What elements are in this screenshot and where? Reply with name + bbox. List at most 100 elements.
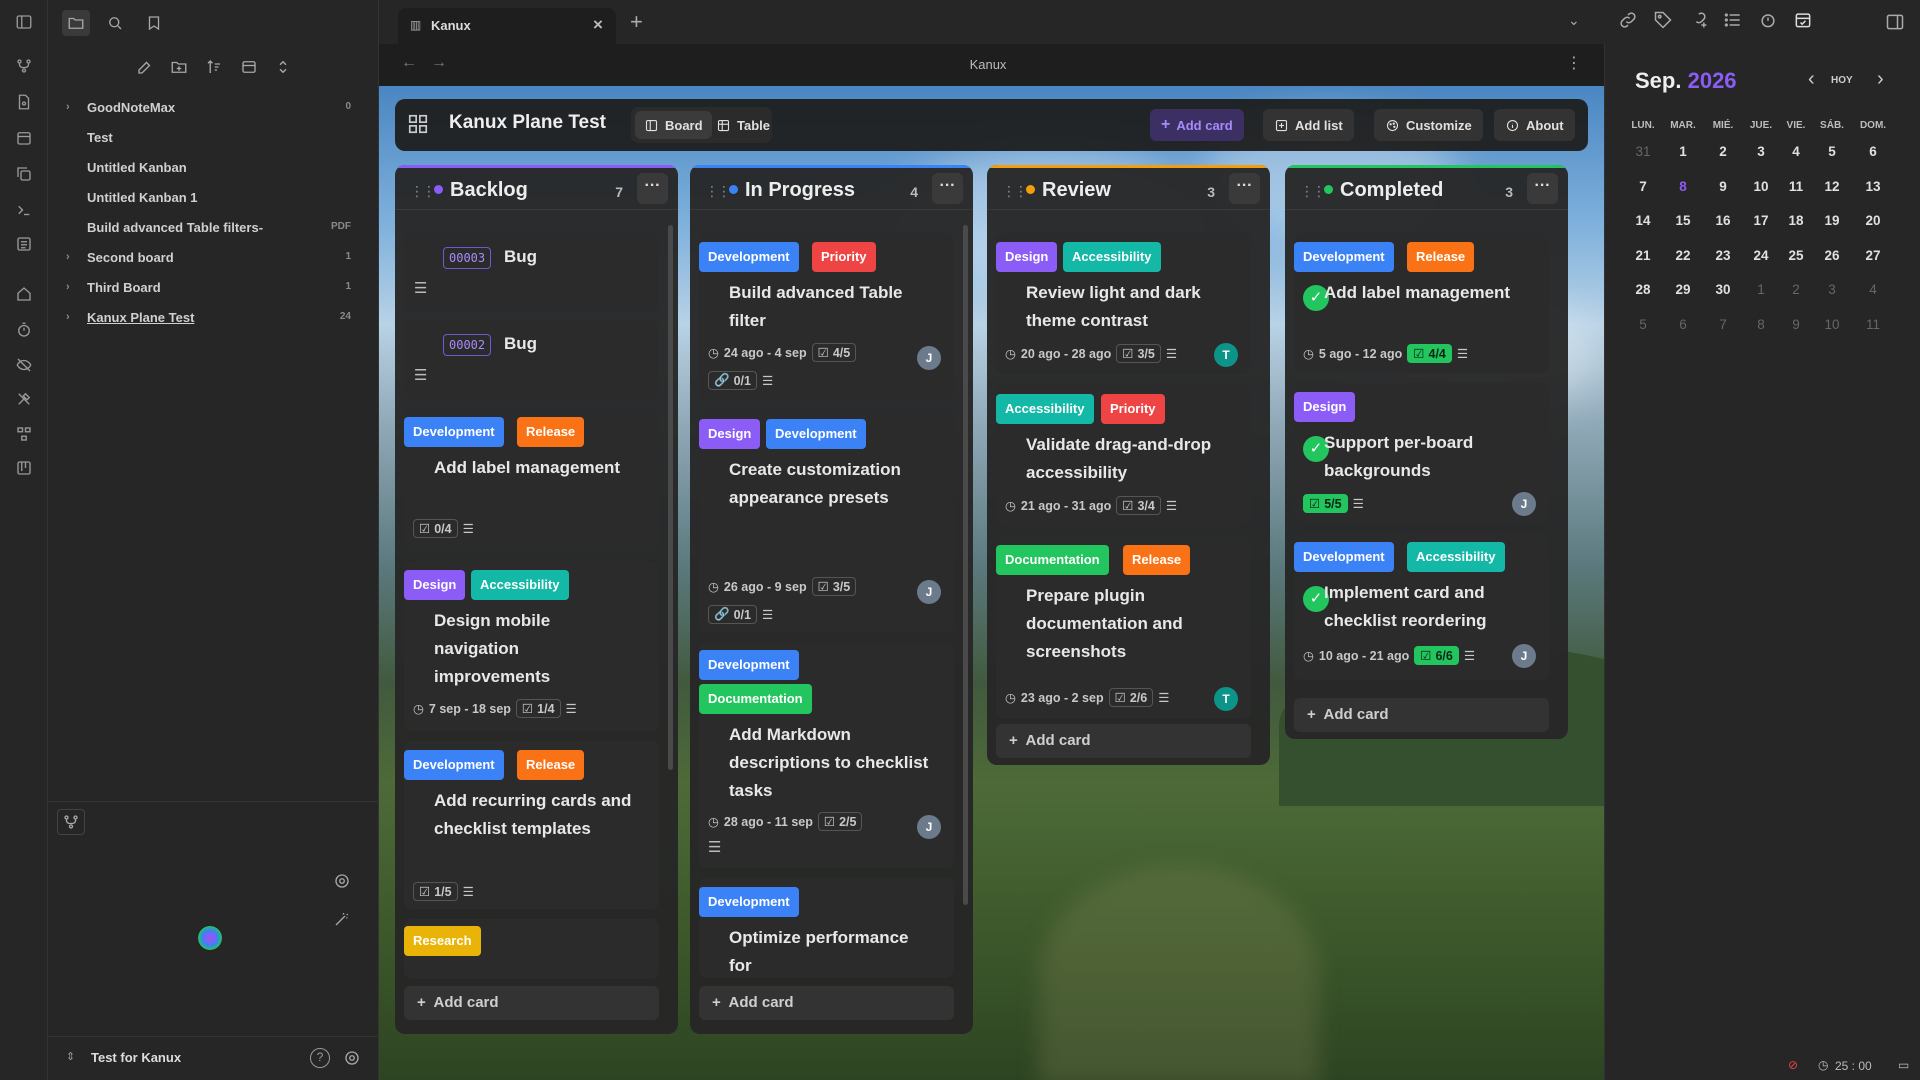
card[interactable]: Development Release Add label management…	[404, 408, 659, 551]
card[interactable]: Research	[404, 919, 659, 979]
card[interactable]: Development Documentation Add Markdown d…	[699, 643, 954, 868]
card[interactable]: Design Development Create customization …	[699, 410, 954, 633]
card[interactable]: Design Accessibility Review light and da…	[996, 233, 1251, 374]
search-icon[interactable]	[101, 10, 129, 36]
calendar-day[interactable]: 9	[1703, 179, 1743, 194]
calendar-day[interactable]: 11	[1853, 317, 1893, 332]
tab-kanux[interactable]: ▥ Kanux ×	[398, 8, 616, 44]
expand-all-icon[interactable]	[269, 54, 297, 80]
calendar-day[interactable]: 11	[1776, 179, 1816, 194]
avatar[interactable]: J	[1512, 644, 1536, 668]
file-icon[interactable]	[12, 90, 36, 114]
calendar-day[interactable]: 2	[1776, 282, 1816, 297]
folder-icon[interactable]	[62, 10, 90, 36]
terminal-icon[interactable]	[12, 198, 36, 222]
help-icon[interactable]: ?	[310, 1048, 330, 1068]
sync-off-icon[interactable]: ⊘	[1788, 1058, 1798, 1072]
card[interactable]: Design Accessibility Design mobile navig…	[404, 561, 659, 731]
card[interactable]: Development Release Add recurring cards …	[404, 741, 659, 909]
tree-item-untitled-kanban-1[interactable]: Untitled Kanban 1	[48, 185, 379, 211]
calendar-day[interactable]: 6	[1853, 144, 1893, 159]
tree-item-third-board[interactable]: › Third Board 1	[48, 275, 379, 301]
vault-name[interactable]: Test for Kanux	[91, 1050, 181, 1065]
calendar-day[interactable]: 4	[1776, 144, 1816, 159]
tree-item-second-board[interactable]: › Second board 1	[48, 245, 379, 271]
list-icon[interactable]	[12, 232, 36, 256]
column-menu-button[interactable]: ···	[1229, 173, 1260, 204]
outline-icon[interactable]	[1723, 10, 1743, 30]
link-icon[interactable]	[1618, 10, 1638, 30]
calendar-day[interactable]: 16	[1703, 213, 1743, 228]
add-list-button[interactable]: Add list	[1263, 109, 1354, 141]
calendar-day[interactable]: 25	[1776, 248, 1816, 263]
calendar-day[interactable]: 1	[1663, 144, 1703, 159]
add-card-button[interactable]: + Add card	[1150, 109, 1244, 141]
close-icon[interactable]: ×	[593, 15, 603, 35]
collapse-icon[interactable]	[235, 54, 263, 80]
calendar-day[interactable]: 20	[1853, 213, 1893, 228]
link-plus-icon[interactable]	[1688, 10, 1708, 30]
copy-icon[interactable]	[12, 162, 36, 186]
card[interactable]: Development Release ✓ Add label manageme…	[1294, 233, 1549, 373]
card[interactable]: 00002 Bug ☰	[404, 320, 659, 398]
next-month-icon[interactable]: ›	[1877, 68, 1884, 91]
add-card-button[interactable]: + Add card	[996, 724, 1251, 758]
calendar-day[interactable]: 29	[1663, 282, 1703, 297]
calendar-day[interactable]: 7	[1623, 179, 1663, 194]
calendar-day[interactable]: 12	[1812, 179, 1852, 194]
calendar-day[interactable]: 5	[1623, 317, 1663, 332]
calendar-day[interactable]: 7	[1703, 317, 1743, 332]
drag-handle-icon[interactable]: ⋮⋮	[705, 183, 731, 200]
drag-handle-icon[interactable]: ⋮⋮	[1300, 183, 1326, 200]
about-button[interactable]: About	[1494, 109, 1575, 141]
sidebar-toggle-icon[interactable]	[12, 10, 36, 34]
home-icon[interactable]	[12, 282, 36, 306]
card[interactable]: Development Optimize performance for	[699, 878, 954, 978]
calendar-day[interactable]: 1	[1741, 282, 1781, 297]
card[interactable]: Design ✓ Support per-board backgrounds ☑…	[1294, 383, 1549, 523]
avatar[interactable]: J	[917, 346, 941, 370]
drag-handle-icon[interactable]: ⋮⋮	[410, 183, 436, 200]
scrollbar[interactable]	[963, 225, 968, 905]
vault-settings-icon[interactable]	[338, 1045, 366, 1071]
magic-wand-icon[interactable]	[328, 906, 356, 932]
forward-arrow-icon[interactable]: →	[431, 54, 447, 72]
column-menu-button[interactable]: ···	[932, 173, 963, 204]
pomodoro-icon[interactable]: ◷	[1818, 1058, 1828, 1072]
right-sidebar-toggle-icon[interactable]	[1885, 12, 1905, 37]
board-grid-icon[interactable]	[407, 113, 431, 137]
prev-month-icon[interactable]: ‹	[1808, 68, 1815, 91]
card[interactable]: 00003 Bug ☰	[404, 233, 659, 312]
calendar-day[interactable]: 17	[1741, 213, 1781, 228]
calendar-day[interactable]: 4	[1853, 282, 1893, 297]
timer-icon[interactable]	[12, 318, 36, 342]
graph-view-icon[interactable]	[57, 809, 85, 835]
calendar-day[interactable]: 22	[1663, 248, 1703, 263]
calendar-day[interactable]: 30	[1703, 282, 1743, 297]
calendar-day[interactable]: 19	[1812, 213, 1852, 228]
bookmark-icon[interactable]	[140, 10, 168, 36]
card[interactable]: Development Priority Build advanced Tabl…	[699, 233, 954, 400]
calendar-day[interactable]: 28	[1623, 282, 1663, 297]
today-button[interactable]: HOY	[1831, 75, 1853, 86]
calendar-day[interactable]: 14	[1623, 213, 1663, 228]
card[interactable]: Accessibility Priority Validate drag-and…	[996, 384, 1251, 526]
card[interactable]: Documentation Release Prepare plugin doc…	[996, 536, 1251, 719]
trash-icon[interactable]: ▭	[1898, 1058, 1909, 1072]
tools-icon[interactable]	[12, 387, 36, 411]
tree-item-untitled-kanban[interactable]: Untitled Kanban	[48, 155, 379, 181]
new-note-icon[interactable]	[131, 54, 159, 80]
calendar-day[interactable]: 13	[1853, 179, 1893, 194]
tree-item-kanux-plane-test[interactable]: › Kanux Plane Test 24	[48, 305, 379, 331]
column-menu-button[interactable]: ···	[1527, 173, 1558, 204]
hierarchy-icon[interactable]	[12, 422, 36, 446]
calendar-check-icon[interactable]	[1793, 10, 1813, 30]
calendar-day[interactable]: 9	[1776, 317, 1816, 332]
add-card-button[interactable]: + Add card	[699, 986, 954, 1020]
board-view-button[interactable]: Board	[635, 111, 712, 139]
eye-off-icon[interactable]	[12, 353, 36, 377]
stopwatch-icon[interactable]	[1758, 10, 1778, 30]
vault-switcher-icon[interactable]: ⇕	[66, 1050, 75, 1063]
calendar-day[interactable]: 2	[1703, 144, 1743, 159]
calendar-day[interactable]: 27	[1853, 248, 1893, 263]
